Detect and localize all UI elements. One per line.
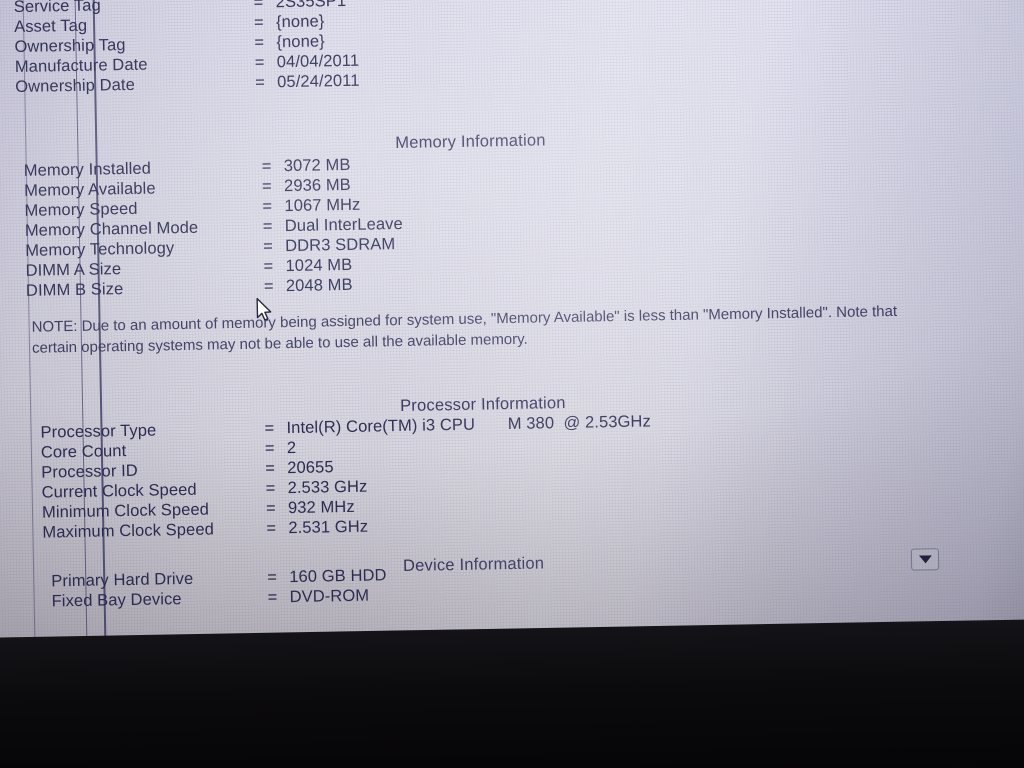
row-equals: = [265,479,276,498]
row-value: 04/04/2011 [276,51,360,72]
row-value: 2936 MB [283,175,351,196]
mouse-pointer-icon [256,297,274,323]
row-label: Memory Installed [23,159,152,180]
row-equals: = [265,499,276,518]
row-equals: = [253,0,264,12]
row-equals: = [262,217,273,236]
row-value: DVD-ROM [289,586,370,607]
row-equals: = [254,53,265,72]
chevron-down-icon [918,555,932,564]
row-value: {none} [275,12,325,32]
row-label: Memory Speed [24,199,138,220]
row-value: 2.531 GHz [288,517,369,538]
row-label: Manufacture Date [14,55,148,77]
row-value: 3072 MB [283,155,351,176]
scroll-down-button[interactable] [910,548,940,571]
row-equals: = [262,197,273,216]
lcd-screen-surface: Service Tag = 2S35SP1 Asset Tag = {none}… [0,0,1024,719]
bios-system-information-screen: Service Tag = 2S35SP1 Asset Tag = {none}… [1,0,1024,719]
row-label: DIMM A Size [25,260,122,280]
row-value: 1024 MB [285,255,353,276]
row-value: 160 GB HDD [289,566,387,587]
row-equals: = [255,73,266,92]
laptop-bottom-bezel [0,619,1024,768]
row-equals: = [254,33,265,52]
row-label: Ownership Tag [14,35,126,57]
row-value: 05/24/2011 [277,71,360,92]
row-equals: = [263,257,274,276]
row-equals: = [263,237,274,256]
row-label: Memory Technology [25,239,175,260]
row-equals: = [266,519,277,538]
row-equals: = [264,419,275,438]
row-label: Asset Tag [13,16,88,37]
row-value: 2S35SP1 [275,0,347,12]
device-information-heading: Device Information [402,554,545,575]
row-value: 2.533 GHz [287,477,368,498]
row-label: Processor ID [41,461,139,482]
row-label: DIMM B Size [25,280,124,300]
row-value: 1067 MHz [284,195,361,216]
row-label: Fixed Bay Device [51,590,182,611]
processor-information-heading: Processor Information [399,393,566,416]
bios-screen-photograph: Service Tag = 2S35SP1 Asset Tag = {none}… [0,0,1024,768]
row-label: Primary Hard Drive [51,569,194,591]
row-label: Processor Type [40,421,157,442]
row-label: Maximum Clock Speed [42,520,215,542]
row-value: DDR3 SDRAM [285,235,396,256]
row-value: 2048 MB [285,275,353,296]
row-equals: = [265,459,276,478]
row-equals: = [261,177,273,196]
row-equals: = [264,439,275,458]
row-value: 2 [286,438,297,458]
row-label: Core Count [40,442,127,462]
row-label: Minimum Clock Speed [41,500,210,522]
row-value: 932 MHz [287,497,355,518]
row-label: Memory Channel Mode [24,218,199,240]
row-equals: = [263,277,274,296]
row-value: Dual InterLeave [284,214,403,236]
row-label: Current Clock Speed [41,480,197,502]
row-value: 20655 [287,458,334,478]
row-label: Memory Available [23,179,156,200]
row-label: Ownership Date [15,75,136,97]
row-label: Service Tag [13,0,101,17]
row-equals: = [267,588,278,607]
memory-information-heading: Memory Information [395,131,546,153]
row-equals: = [267,568,278,587]
row-equals: = [253,13,265,32]
row-value: {none} [276,32,325,52]
row-equals: = [261,157,272,176]
